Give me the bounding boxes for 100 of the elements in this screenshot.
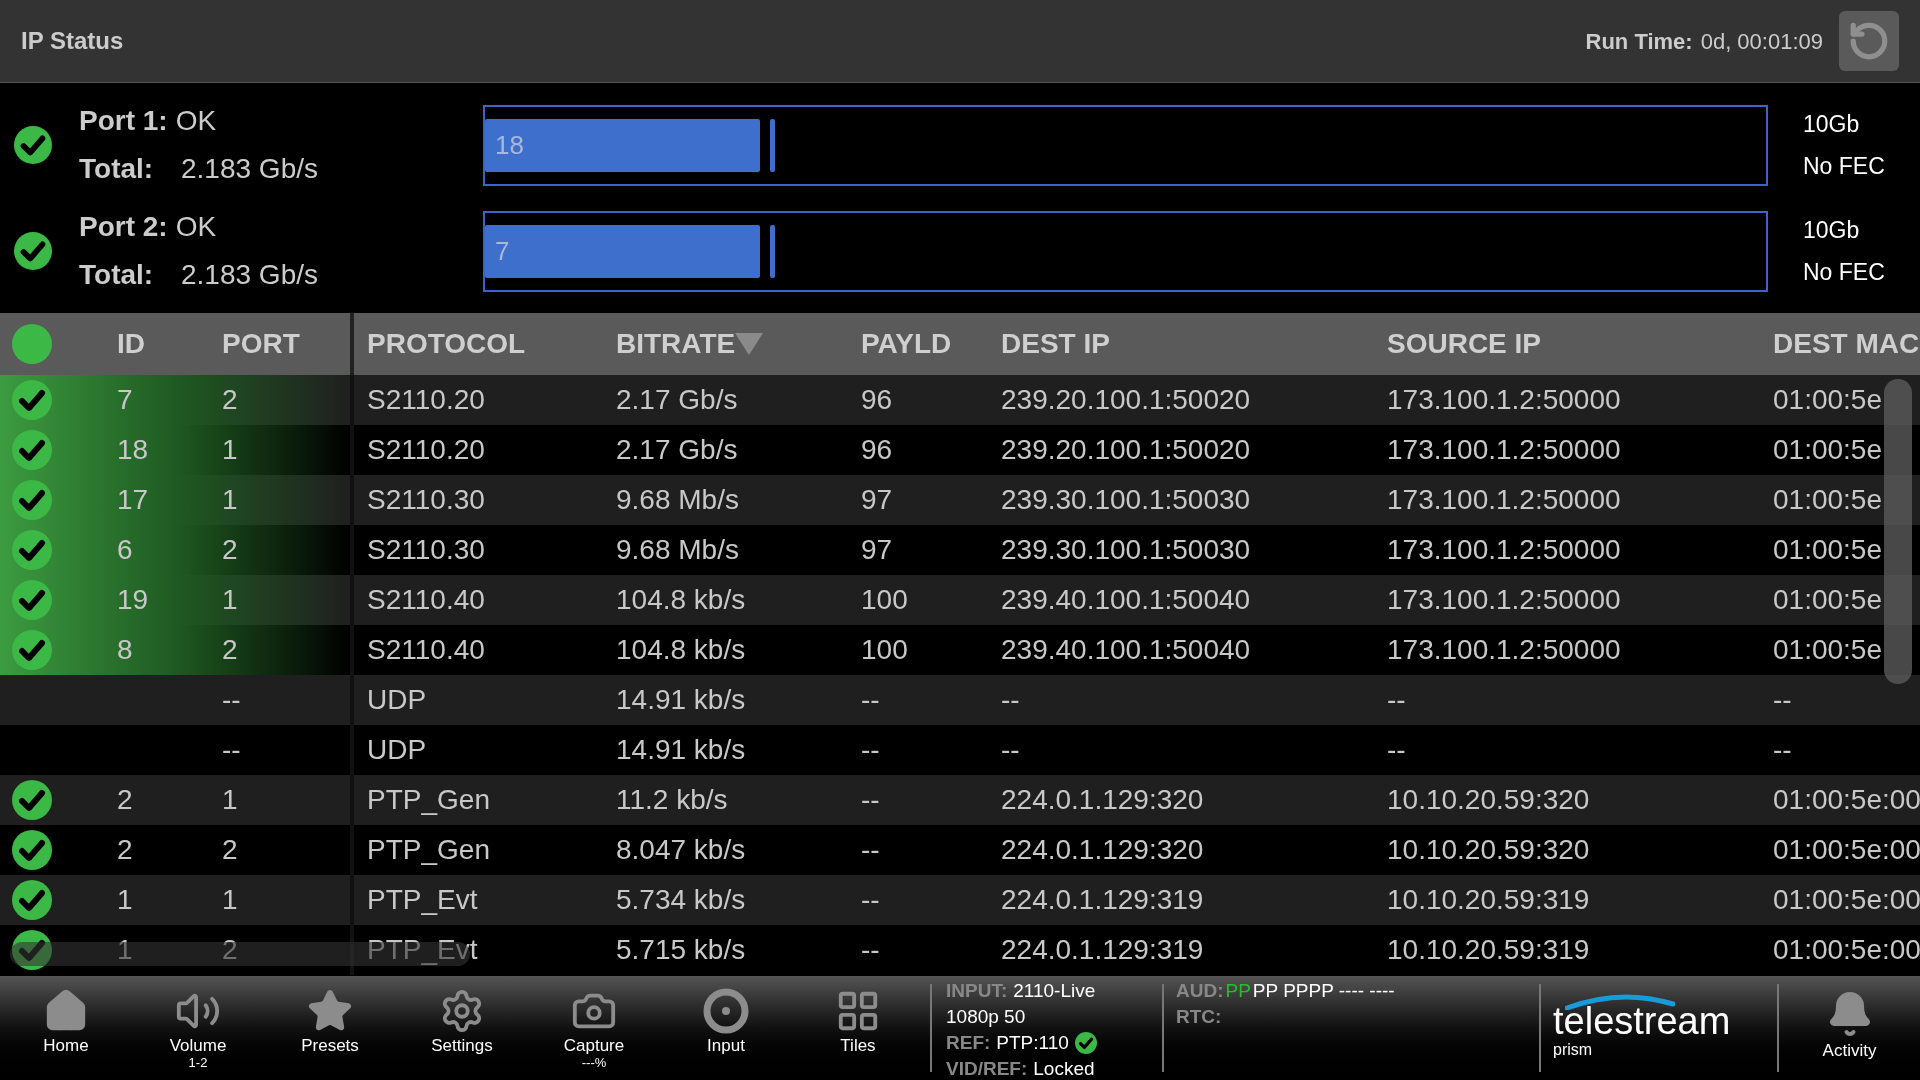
- table-cell-text: 239.20.100.1:50020: [1001, 433, 1251, 467]
- table-cell-text: 10.10.20.59:319: [1387, 883, 1590, 917]
- toolbar-button[interactable]: Input: [660, 976, 792, 1080]
- table-cell-text: 10.10.20.59:320: [1387, 833, 1590, 867]
- ref-label: REF:: [946, 1031, 991, 1055]
- table-cell-text: --: [1773, 733, 1792, 767]
- table-cell-text: 01:00:5e: [1773, 633, 1882, 667]
- table-cell-text: --: [861, 883, 880, 917]
- link-speed: 10Gb: [1803, 109, 1861, 139]
- table-cell-text: 19: [116, 583, 150, 617]
- table-cell-text: 14.91 kb/s: [616, 683, 746, 717]
- table-cell-text: 5.734 kb/s: [616, 883, 746, 917]
- vid-ref-label: VID/REF:: [946, 1057, 1028, 1080]
- product-name: prism: [1553, 1040, 1594, 1060]
- table-cell-text: S2110.40: [367, 583, 485, 617]
- table-cell-text: 1: [221, 433, 239, 467]
- table-cell-text: 96: [861, 383, 893, 417]
- port-status: OK: [175, 210, 217, 244]
- column-header[interactable]: PAYLD: [861, 323, 952, 365]
- table-cell-text: 01:00:5e:00: [1773, 833, 1920, 867]
- table-cell-text: 173.100.1.2:50000: [1387, 433, 1621, 467]
- table-cell-text: 97: [861, 483, 893, 517]
- column-header[interactable]: DEST MAC: [1773, 323, 1920, 365]
- sort-triangle-icon: [735, 333, 764, 355]
- column-header[interactable]: PORT: [222, 323, 300, 365]
- table-cell-text: 2: [221, 633, 239, 667]
- table-cell-text: 104.8 kb/s: [616, 633, 746, 667]
- vertical-scrollbar[interactable]: [1884, 379, 1912, 684]
- table-cell-text: 7: [116, 383, 134, 417]
- table-cell-text: 100: [861, 583, 908, 617]
- stream-count: 18: [495, 128, 524, 162]
- column-header[interactable]: BITRATE: [616, 323, 764, 365]
- reset-button[interactable]: [1839, 11, 1899, 71]
- table-cell-text: 01:00:5e: [1773, 483, 1882, 517]
- table-cell-text: 239.30.100.1:50030: [1001, 533, 1251, 567]
- table-cell-text: 1: [221, 483, 239, 517]
- table-cell-text: 96: [861, 433, 893, 467]
- table-cell-text: 1: [221, 583, 239, 617]
- column-header[interactable]: SOURCE IP: [1387, 323, 1542, 365]
- bandwidth-marker: [770, 224, 776, 278]
- stream-count: 7: [495, 234, 510, 268]
- table-cell-text: S2110.30: [367, 533, 485, 567]
- port-label: Port 2:: [79, 210, 168, 244]
- rtc-label: RTC:: [1176, 1005, 1223, 1029]
- column-header[interactable]: DEST IP: [1001, 323, 1110, 365]
- table-cell-text: --: [1387, 733, 1406, 767]
- table-cell-text: 239.40.100.1:50040: [1001, 583, 1251, 617]
- table-cell-text: 2: [221, 383, 239, 417]
- input-value: 2110-Live: [1013, 979, 1096, 1003]
- table-cell-text: --: [221, 683, 242, 717]
- table-cell-text: 6: [116, 533, 134, 567]
- table-cell-text: 2: [116, 783, 134, 817]
- total-value: 2.183 Gb/s: [181, 152, 318, 186]
- toolbar-button[interactable]: Presets: [264, 976, 396, 1080]
- table-cell-text: 01:00:5e: [1773, 533, 1882, 567]
- table-cell-text: 01:00:5e: [1773, 383, 1882, 417]
- toolbar-button[interactable]: Settings: [396, 976, 528, 1080]
- table-cell-text: 01:00:5e: [1773, 433, 1882, 467]
- toolbar-button[interactable]: Home: [0, 976, 132, 1080]
- table-cell-text: 224.0.1.129:319: [1001, 933, 1204, 967]
- table-cell-text: 01:00:5e:00: [1773, 933, 1920, 967]
- table-cell-text: 1: [221, 783, 239, 817]
- table-cell-text: 2: [116, 833, 134, 867]
- table-cell-text: --: [1773, 683, 1792, 717]
- table-cell-text: 1: [116, 933, 134, 967]
- table-cell-text: 224.0.1.129:319: [1001, 883, 1204, 917]
- brand-name: telestream: [1553, 1004, 1732, 1038]
- toolbar-button[interactable]: Capture ---%: [528, 976, 660, 1080]
- activity-button[interactable]: Activity: [1779, 976, 1920, 1080]
- table-cell-text: 14.91 kb/s: [616, 733, 746, 767]
- status-dot-icon: [12, 324, 52, 364]
- table-cell-text: 239.40.100.1:50040: [1001, 633, 1251, 667]
- table-cell-text: --: [861, 733, 880, 767]
- audio-channel-status: PP: [1225, 979, 1251, 1003]
- toolbar-button[interactable]: Volume 1-2: [132, 976, 264, 1080]
- table-cell-text: PTP_Gen: [367, 833, 490, 867]
- table-cell-text: --: [1001, 683, 1020, 717]
- table-cell-text: PTP_Evt: [367, 933, 478, 967]
- table-cell-text: 2: [221, 533, 239, 567]
- table-cell-text: --: [221, 733, 242, 767]
- column-header[interactable]: ID: [117, 323, 145, 365]
- audio-label: AUD:: [1176, 979, 1224, 1003]
- toolbar-button[interactable]: Tiles: [792, 976, 924, 1080]
- table-cell-text: 1: [116, 883, 134, 917]
- table-cell-text: S2110.40: [367, 633, 485, 667]
- table-cell-text: 173.100.1.2:50000: [1387, 533, 1621, 567]
- run-time-value: 0d, 00:01:09: [1700, 27, 1823, 56]
- total-label: Total:: [79, 152, 155, 186]
- table-cell-text: 10.10.20.59:319: [1387, 933, 1590, 967]
- table-cell-text: 2: [221, 933, 239, 967]
- table-cell-text: UDP: [367, 683, 427, 717]
- table-cell-text: 104.8 kb/s: [616, 583, 746, 617]
- table-cell-text: 173.100.1.2:50000: [1387, 383, 1621, 417]
- table-cell-text: 100: [861, 633, 908, 667]
- table-cell-text: 173.100.1.2:50000: [1387, 633, 1621, 667]
- reset-icon: [1848, 20, 1890, 62]
- column-header[interactable]: PROTOCOL: [367, 323, 526, 365]
- table-cell-text: --: [861, 933, 880, 967]
- fec-status: No FEC: [1803, 152, 1885, 181]
- table-cell-text: 17: [116, 483, 150, 517]
